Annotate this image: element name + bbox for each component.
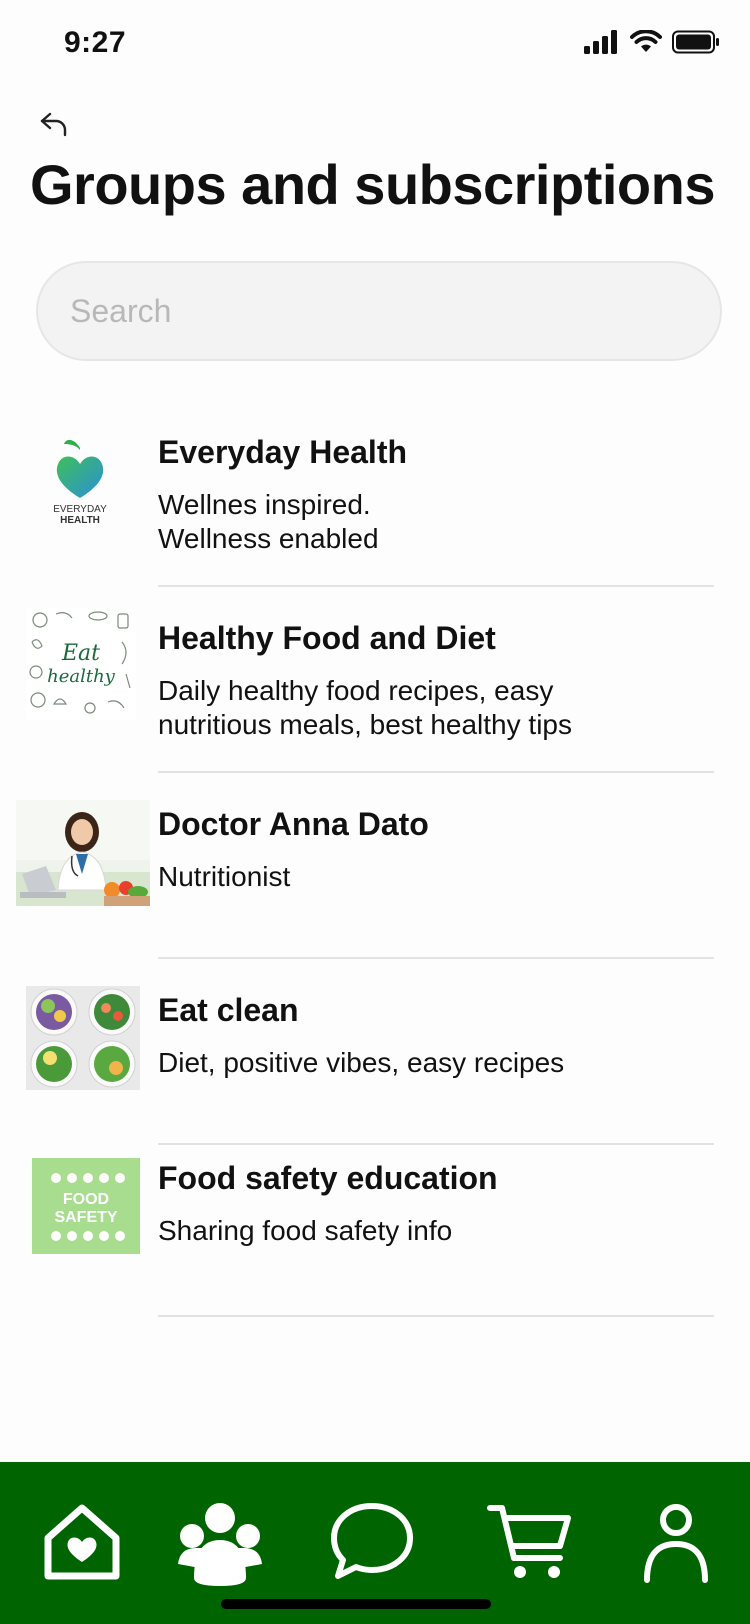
home-heart-icon xyxy=(44,1504,120,1580)
doctor-photo-icon xyxy=(16,800,150,906)
logo-text: EVERYDAY xyxy=(53,504,107,515)
item-description: Wellnes inspired. Wellness enabled xyxy=(158,489,379,554)
wifi-icon xyxy=(630,30,662,52)
status-bar: 9:27 xyxy=(0,0,750,92)
healthy-food-logo: Eat healthy xyxy=(26,608,136,720)
status-icons xyxy=(584,30,720,54)
logo-text-2: HEALTH xyxy=(60,515,100,526)
eat-clean-photo xyxy=(26,986,140,1090)
back-arrow-icon xyxy=(40,112,67,137)
divider xyxy=(158,1315,714,1317)
eat-healthy-sketch-icon: Eat healthy xyxy=(29,611,131,714)
tab-home[interactable] xyxy=(32,1492,132,1592)
item-description: Daily healthy food recipes, easy nutriti… xyxy=(158,675,572,740)
back-button[interactable] xyxy=(34,104,74,144)
item-description: Nutritionist xyxy=(158,861,291,892)
group-icon xyxy=(178,1503,262,1586)
list-item[interactable]: Eat healthy Healthy Food and Diet Daily … xyxy=(0,586,750,773)
item-description: Diet, positive vibes, easy recipes xyxy=(158,1047,565,1078)
item-title: Eat clean xyxy=(158,992,299,1028)
logo-text: Eat xyxy=(61,641,100,666)
apple-heart-icon: EVERYDAY HEALTH xyxy=(53,439,107,526)
food-safety-badge: FOOD SAFETY xyxy=(32,1158,140,1254)
tab-chat[interactable] xyxy=(322,1492,422,1592)
page-title: Groups and subscriptions xyxy=(30,153,715,216)
chat-icon xyxy=(331,1503,413,1579)
logo-text-2: SAFETY xyxy=(54,1209,117,1226)
list-item[interactable]: EVERYDAY HEALTH Everyday Health Wellnes … xyxy=(0,400,750,587)
cart-icon xyxy=(487,1505,571,1578)
list-item[interactable]: FOOD SAFETY Food safety education Sharin… xyxy=(0,1144,750,1317)
logo-text: FOOD xyxy=(63,1191,109,1208)
item-title: Everyday Health xyxy=(158,434,408,470)
tab-cart[interactable] xyxy=(480,1492,580,1592)
list-item[interactable]: Doctor Anna Dato Nutritionist xyxy=(0,772,750,959)
cellular-signal-icon xyxy=(584,30,617,54)
everyday-health-logo: EVERYDAY HEALTH xyxy=(34,434,126,526)
list-item[interactable]: Eat clean Diet, positive vibes, easy rec… xyxy=(0,958,750,1145)
salad-bowls-icon xyxy=(26,986,140,1090)
tab-groups[interactable] xyxy=(170,1492,270,1592)
profile-icon xyxy=(644,1504,708,1583)
home-indicator xyxy=(221,1599,491,1609)
item-title: Food safety education xyxy=(158,1160,498,1196)
food-safety-icon: FOOD SAFETY xyxy=(32,1158,140,1254)
item-title: Healthy Food and Diet xyxy=(158,620,496,656)
status-time: 9:27 xyxy=(64,26,127,59)
item-description: Sharing food safety info xyxy=(158,1215,453,1246)
doctor-photo xyxy=(16,800,150,906)
tab-profile[interactable] xyxy=(626,1492,726,1592)
search-bar[interactable] xyxy=(36,261,722,361)
logo-text-2: healthy xyxy=(47,666,116,687)
battery-icon xyxy=(672,30,719,54)
search-input[interactable] xyxy=(70,263,690,359)
item-title: Doctor Anna Dato xyxy=(158,806,429,842)
